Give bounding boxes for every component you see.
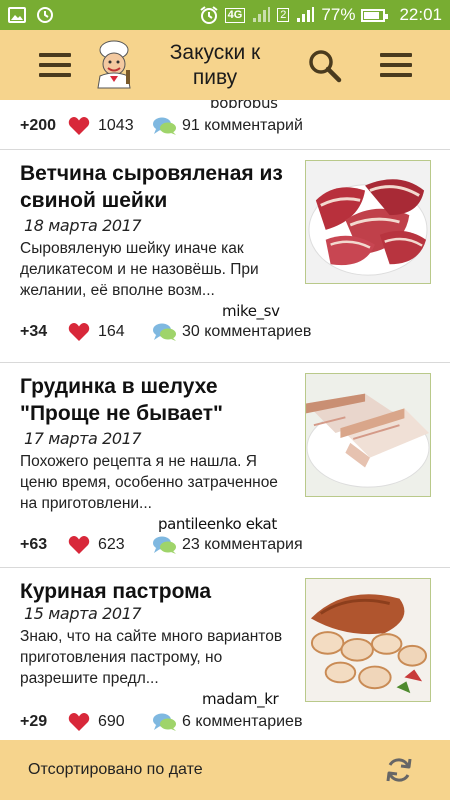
post-score: +34 <box>20 323 48 340</box>
recipe-card[interactable]: Грудинка в шелухе "Проще не бывает" 17 м… <box>0 363 450 575</box>
post-comments[interactable]: 91 комментарий <box>182 117 303 135</box>
search-icon[interactable] <box>308 49 342 83</box>
post-meta: +200 1043 91 комментарий <box>20 116 303 136</box>
chef-logo-icon <box>97 40 131 89</box>
post-meta: +34 164 30 комментариев <box>20 322 311 342</box>
heart-icon[interactable] <box>68 535 90 555</box>
recipe-date: 18 марта 2017 <box>24 216 142 235</box>
post-comments[interactable]: 23 комментария <box>182 536 303 554</box>
recipe-description: Похожего рецепта я не нашла. Я ценю врем… <box>20 453 278 512</box>
post-comments[interactable]: 6 комментариев <box>182 713 302 731</box>
recipe-date: 17 марта 2017 <box>24 429 142 448</box>
recipe-title[interactable]: Ветчина сыровяленая из свиной шейки <box>20 160 290 214</box>
post-comments[interactable]: 30 комментариев <box>182 323 311 341</box>
post-likes: 1043 <box>98 117 134 134</box>
recipe-description: Сыровяленую шейку иначе как деликатесом … <box>20 240 259 299</box>
comments-icon[interactable] <box>152 535 178 555</box>
alarm-icon <box>200 6 218 24</box>
heart-icon[interactable] <box>68 712 90 732</box>
post-likes: 623 <box>98 536 125 553</box>
hamburger-icon[interactable] <box>39 53 71 77</box>
post-likes: 690 <box>98 713 125 730</box>
comments-icon[interactable] <box>152 322 178 342</box>
comments-icon[interactable] <box>152 712 178 732</box>
heart-icon[interactable] <box>68 322 90 342</box>
sim-badge: 2 <box>277 8 290 22</box>
heart-icon[interactable] <box>68 116 90 136</box>
comments-icon[interactable] <box>152 116 178 136</box>
app-header: Закуски к пиву <box>0 30 450 100</box>
clock: 22:01 <box>399 5 442 24</box>
recipe-photo[interactable] <box>305 578 431 702</box>
post-score: +29 <box>20 713 48 730</box>
overflow-menu-icon[interactable] <box>380 53 412 77</box>
recipe-description: Знаю, что на сайте много вариантов приго… <box>20 628 283 687</box>
sort-label[interactable]: Отсортировано по дате <box>28 761 203 779</box>
refresh-icon[interactable] <box>384 755 414 785</box>
bottom-bar: Отсортировано по дате <box>0 740 450 800</box>
network-type-badge: 4G <box>224 7 246 23</box>
signal-icon <box>253 7 271 22</box>
gallery-icon <box>8 7 26 23</box>
recipe-author[interactable]: pantileenko ekat <box>158 515 277 533</box>
recipe-feed[interactable]: bobrobus +200 1043 91 комментарий Ветчин… <box>0 100 450 740</box>
recipe-photo[interactable] <box>305 373 431 497</box>
page-title: Закуски к пиву <box>169 41 261 89</box>
post-meta: +29 690 6 комментариев <box>20 712 302 732</box>
post-author[interactable]: bobrobus <box>210 100 278 112</box>
post-score: +200 <box>20 117 57 134</box>
signal-strength-icon <box>297 7 315 22</box>
recipe-photo[interactable] <box>305 160 431 284</box>
post-likes: 164 <box>98 323 125 340</box>
battery-percent: 77% <box>321 5 356 24</box>
battery-icon <box>361 8 389 22</box>
post-meta: +63 623 23 комментария <box>20 535 303 555</box>
recipe-card[interactable]: Ветчина сыровяленая из свиной шейки 18 м… <box>0 150 450 362</box>
recipe-title[interactable]: Грудинка в шелухе "Проще не бывает" <box>20 373 290 427</box>
recipe-date: 15 марта 2017 <box>24 604 142 623</box>
recipe-title[interactable]: Куриная пастрома <box>20 578 290 605</box>
recipe-author[interactable]: mike_sv <box>222 302 280 320</box>
post-score: +63 <box>20 536 48 553</box>
sync-icon <box>37 7 53 23</box>
status-bar: 4G 2 77% 22:01 <box>0 0 450 30</box>
recipe-card[interactable]: Куриная пастрома 15 марта 2017 Знаю, что… <box>0 568 450 740</box>
recipe-author[interactable]: madam_kr <box>202 690 279 708</box>
